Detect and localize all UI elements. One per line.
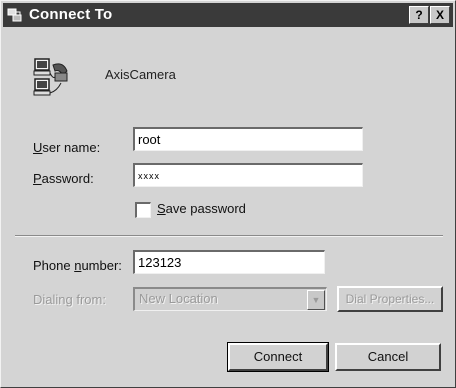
save-password-label-rest[interactable]: ave password [166, 201, 246, 216]
phone-number-input[interactable] [133, 250, 325, 274]
connect-to-dialog: Connect To ? X AxisCamera User name: Pas… [0, 0, 456, 388]
title-bar[interactable]: Connect To ? X [3, 3, 453, 27]
help-button[interactable]: ? [409, 6, 429, 24]
close-button[interactable]: X [430, 6, 450, 24]
password-label-rest: assword: [41, 171, 94, 186]
save-password-checkbox[interactable] [135, 202, 151, 218]
separator [15, 235, 443, 237]
cancel-button[interactable]: Cancel [335, 343, 441, 371]
connection-name: AxisCamera [105, 67, 176, 82]
user-name-input[interactable] [133, 127, 363, 151]
computer-phone-icon [33, 58, 68, 96]
user-name-label-rest: ser name: [42, 140, 101, 155]
dialing-from-value: New Location [139, 291, 218, 306]
chevron-down-icon[interactable]: ▼ [307, 290, 325, 310]
user-name-label: User name: [33, 140, 101, 155]
dial-up-connection-icon [7, 8, 22, 22]
password-input[interactable] [133, 163, 363, 187]
phone-number-label-rest: umber: [81, 258, 122, 273]
password-label: Password: [33, 171, 94, 186]
window-title: Connect To [29, 6, 113, 23]
phone-number-label: Phone number: [33, 258, 122, 273]
save-password-label[interactable]: Save password [157, 201, 246, 216]
dialing-from-label: Dialing from: [33, 292, 106, 307]
dial-properties-button[interactable]: Dial Properties... [337, 286, 443, 312]
connect-button[interactable]: Connect [227, 342, 329, 372]
dialing-from-select[interactable]: New Location ▼ [133, 287, 327, 311]
